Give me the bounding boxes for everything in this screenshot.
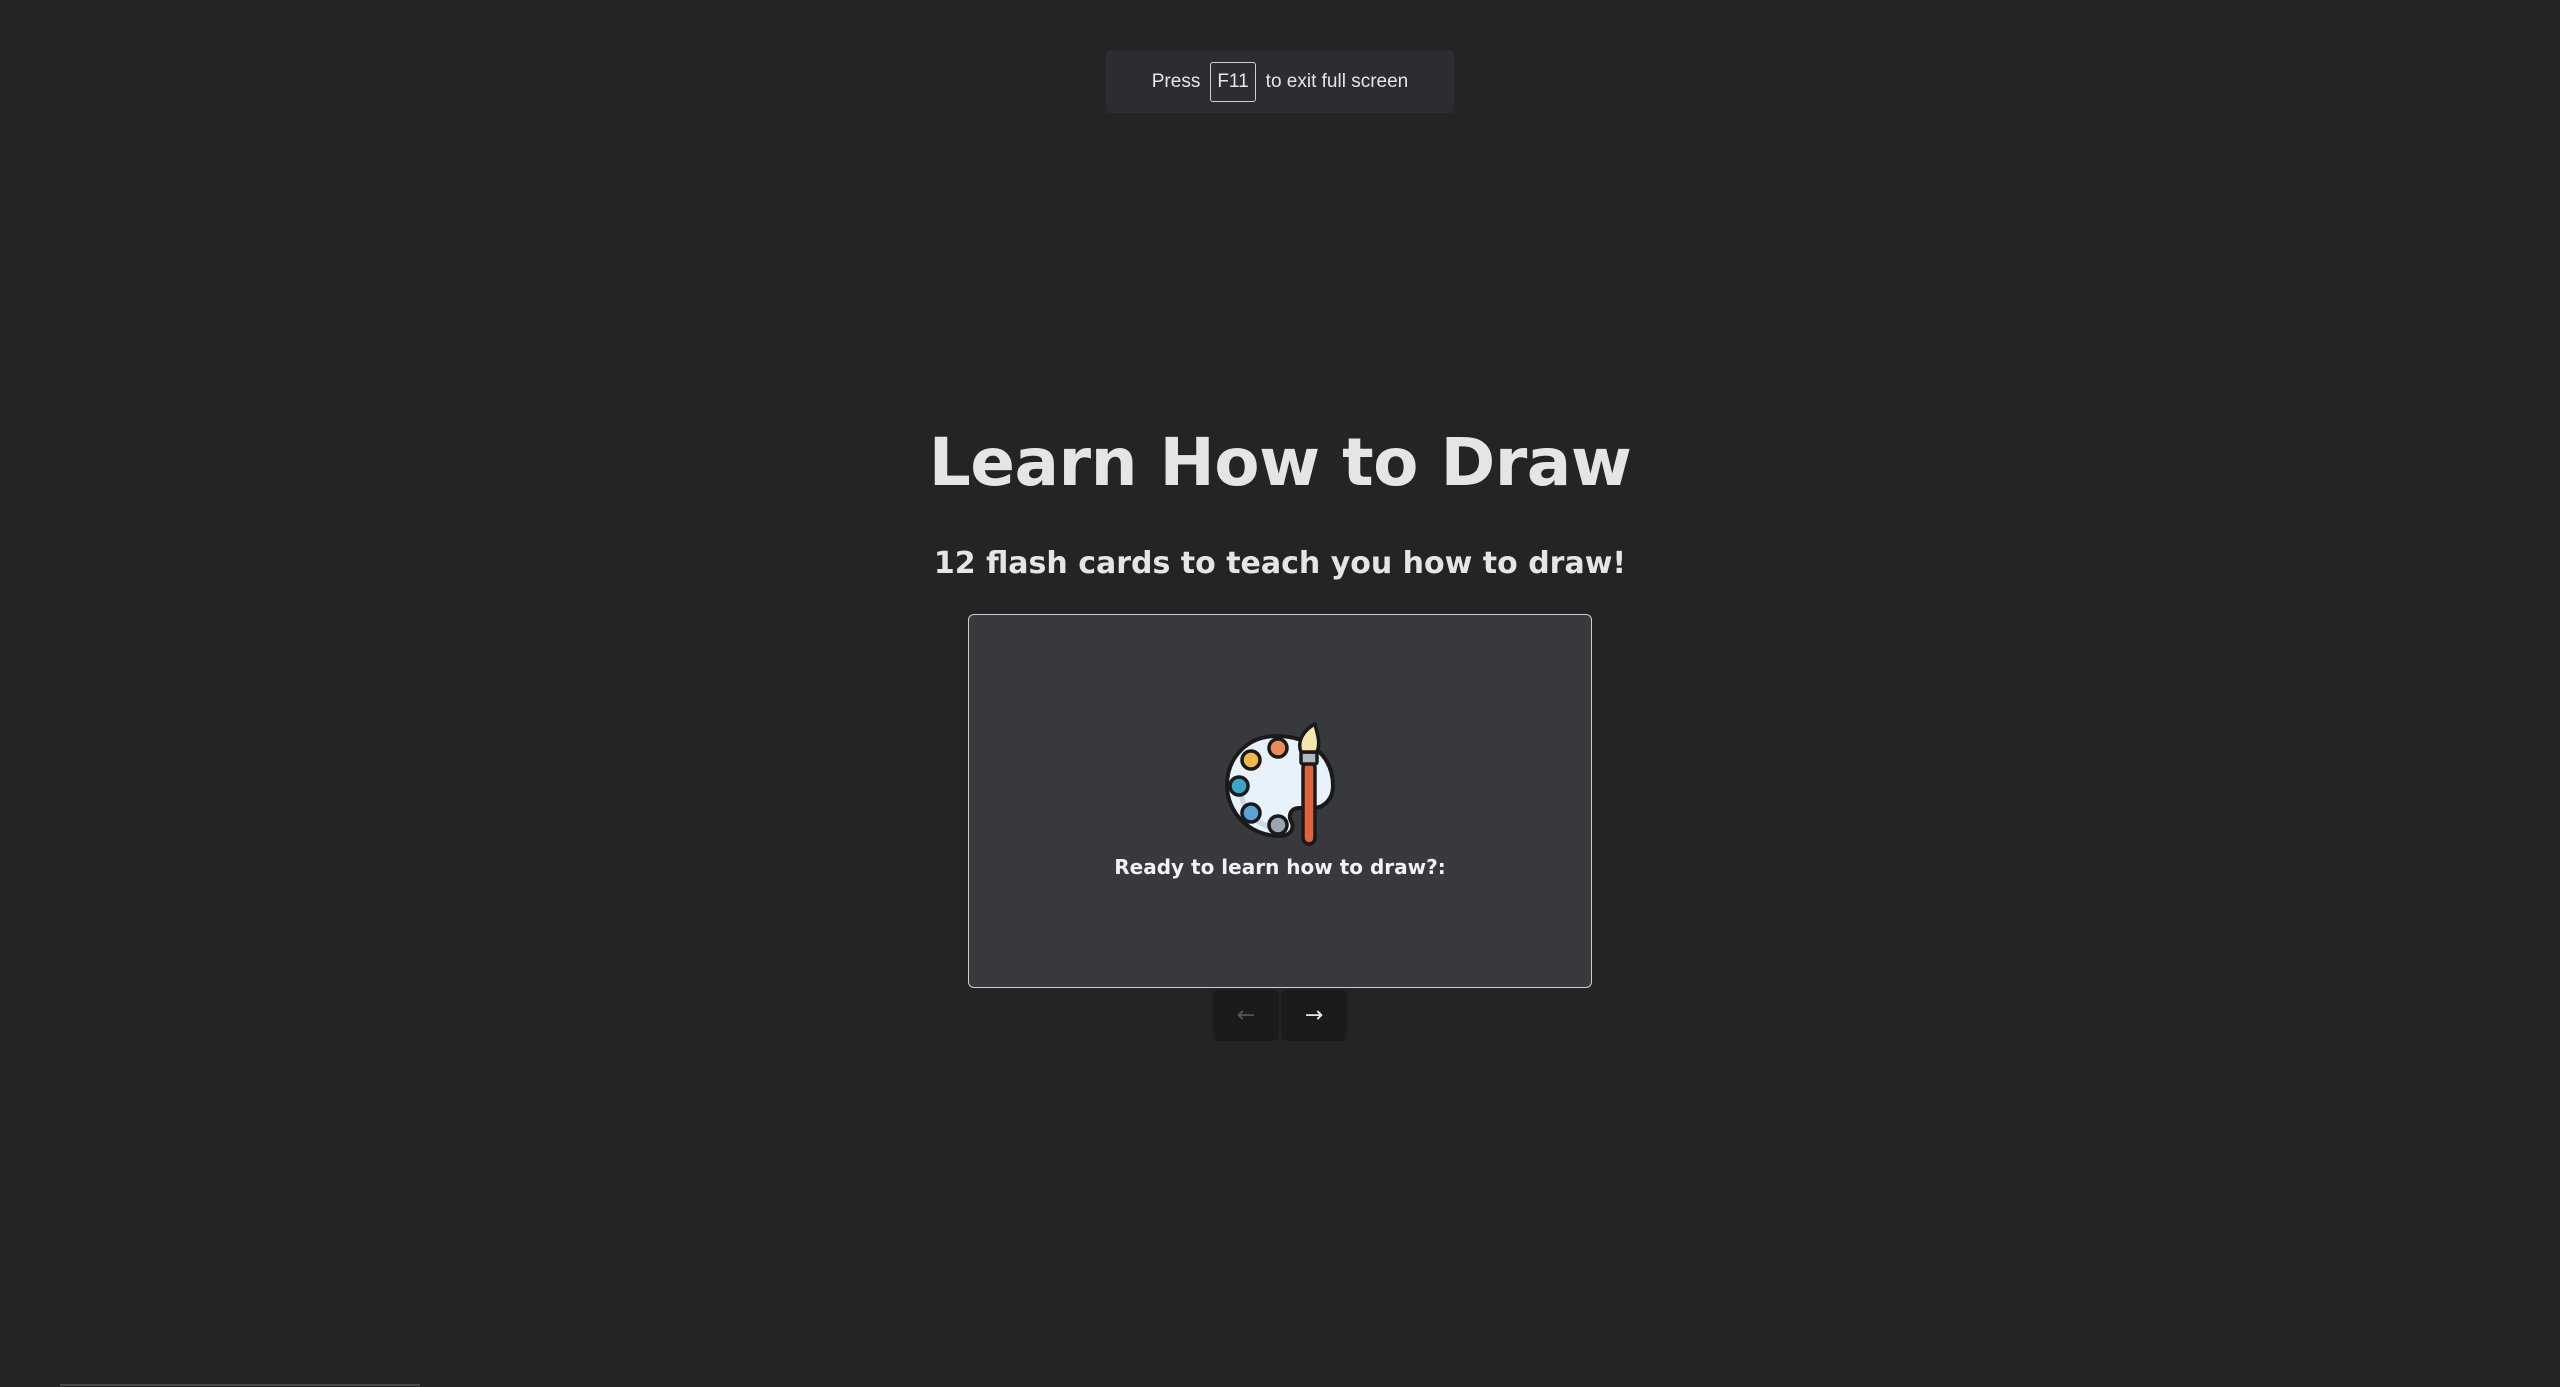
page-subtitle: 12 flash cards to teach you how to draw!	[933, 546, 1627, 581]
artist-palette-icon	[1224, 722, 1336, 846]
flash-card[interactable]: Ready to learn how to draw?:	[968, 614, 1592, 988]
card-text: Ready to learn how to draw?:	[1114, 855, 1446, 879]
next-card-button[interactable]: →	[1281, 990, 1347, 1041]
card-navigation: ← →	[1213, 990, 1347, 1041]
fullscreen-exit-notice: Press F11 to exit full screen	[1106, 50, 1454, 113]
f11-key-badge: F11	[1210, 61, 1256, 102]
bottom-divider	[60, 1384, 420, 1386]
notice-suffix: to exit full screen	[1265, 70, 1409, 92]
notice-prefix: Press	[1151, 70, 1201, 92]
page-title: Learn How to Draw	[928, 424, 1632, 501]
previous-card-button[interactable]: ←	[1213, 990, 1279, 1041]
